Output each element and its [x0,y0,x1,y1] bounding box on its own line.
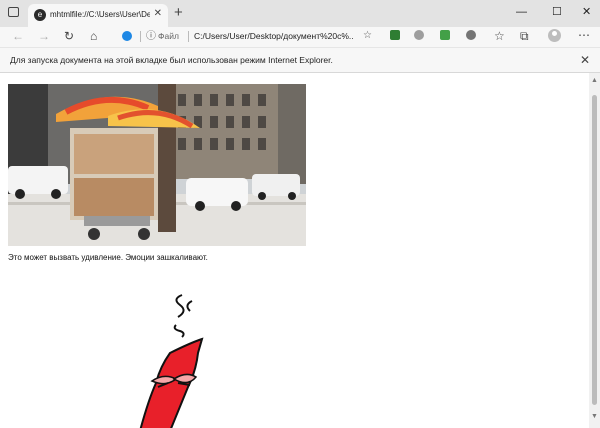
address-url[interactable]: C:/Users/User/Desktop/документ%20c%... [194,31,354,42]
extension-4-icon[interactable] [466,30,476,40]
ie-mode-infobar: Для запуска документа на этой вкладке бы… [0,47,600,73]
address-bar[interactable]: ⓘ Файл C:/Users/User/Desktop/документ%20… [114,28,376,45]
forward-icon[interactable]: → [38,29,50,43]
favorites-icon[interactable]: ☆ [494,29,505,43]
angry-red-character-sticker [139,294,204,428]
title-bar: e mhtmlfile://C:\Users\User\Desktop\док … [0,0,600,27]
infobar-close-icon[interactable]: ✕ [580,53,590,67]
page-viewport: Это может вызвать удивление. Эмоции зашк… [0,73,600,428]
extension-1-icon[interactable] [390,30,400,40]
extension-3-icon[interactable] [440,30,450,40]
vertical-scrollbar[interactable]: ▲ ▼ [589,73,600,428]
page-caption: Это может вызвать удивление. Эмоции зашк… [8,253,208,262]
hot-dog-cart-photo [8,84,306,246]
minimize-icon[interactable]: — [516,5,527,19]
back-icon[interactable]: ← [12,29,24,43]
address-separator [140,31,141,42]
address-scheme-label: Файл [158,31,179,41]
ie-mode-icon: e [34,9,46,21]
infobar-text: Для запуска документа на этой вкладке бы… [10,55,333,65]
tab-close-icon[interactable]: ✕ [154,8,162,20]
extension-2-icon[interactable] [414,30,424,40]
ie-mode-indicator-icon[interactable] [122,31,132,41]
profile-avatar[interactable] [548,29,561,42]
collections-icon[interactable]: ⧉ [520,29,529,43]
scroll-thumb[interactable] [592,95,597,405]
toolbar: ← → ↻ ⌂ ⓘ Файл C:/Users/User/Desktop/док… [0,27,600,47]
maximize-icon[interactable]: ☐ [552,5,562,19]
info-icon[interactable]: ⓘ [146,30,156,43]
new-tab-button[interactable]: + [174,5,183,21]
refresh-icon[interactable]: ↻ [64,29,74,43]
add-favorite-icon[interactable]: ☆ [363,30,372,42]
more-icon[interactable]: ⋯ [578,28,590,42]
tab-title: mhtmlfile://C:\Users\User\Desktop\док [50,10,150,19]
close-icon[interactable]: ✕ [582,5,591,19]
scroll-down-icon[interactable]: ▼ [591,413,598,421]
browser-window: e mhtmlfile://C:\Users\User\Desktop\док … [0,0,600,428]
home-icon[interactable]: ⌂ [90,29,97,43]
tab-active[interactable]: e mhtmlfile://C:\Users\User\Desktop\док … [28,4,168,27]
scroll-up-icon[interactable]: ▲ [591,77,598,85]
tab-actions-icon[interactable] [8,7,19,17]
address-separator-2 [188,31,189,42]
